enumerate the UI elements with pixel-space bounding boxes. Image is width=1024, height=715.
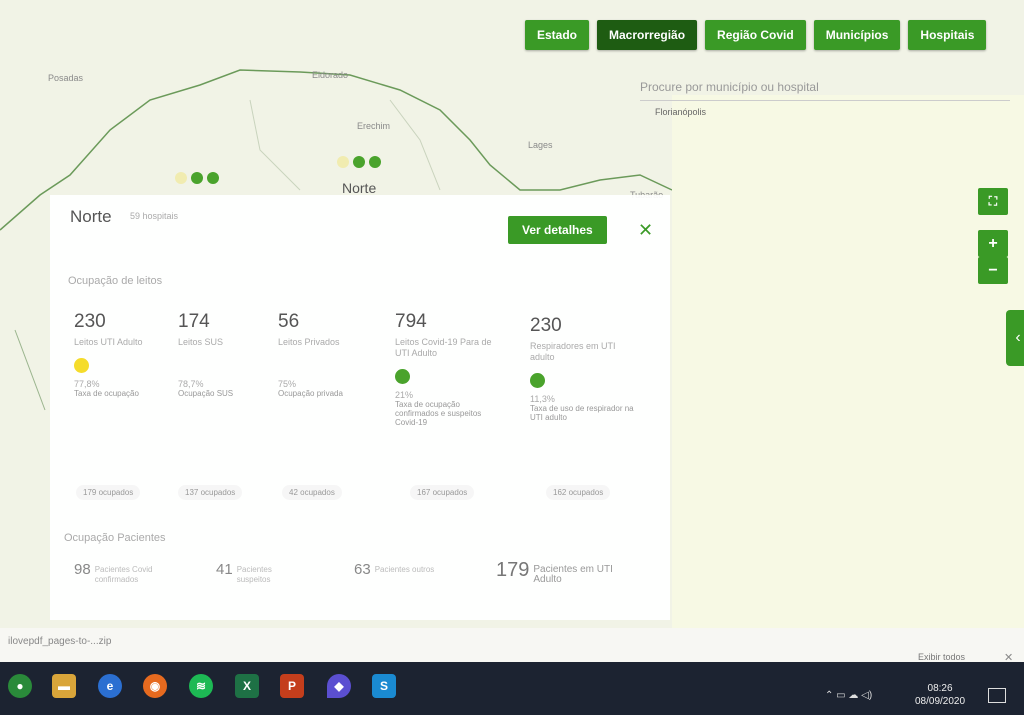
occupancy-heading: Ocupação de leitos (68, 275, 163, 287)
patients-value: 179 (496, 559, 530, 581)
stat-covid: 794 Leitos Covid-19 Para de UTI Adulto 2… (395, 311, 505, 427)
stat-percent-label: Ocupação privada (278, 389, 343, 398)
patients-value: 63 (354, 561, 371, 578)
stat-label: Leitos UTI Adulto (74, 337, 143, 347)
panel-title: Norte (70, 207, 112, 226)
macrorregiao-button[interactable]: Macrorregião (597, 20, 698, 50)
zoom-out-button[interactable]: − (978, 257, 1008, 284)
status-dot (530, 373, 545, 388)
spotify-icon[interactable]: ≋ (189, 674, 213, 698)
patients-label: Pacientes em UTI Adulto (533, 564, 613, 585)
status-dot (278, 358, 293, 373)
stat-percent-label: Taxa de ocupação confirmados e suspeitos… (395, 400, 482, 427)
stat-uti-adulto: 230 Leitos UTI Adulto 77,8% Taxa de ocup… (74, 311, 184, 398)
stat-percent: 11,3% (530, 394, 555, 404)
patients-suspected: 41 Pacientes suspeitos (216, 561, 287, 585)
map-label-florianopolis: Florianópolis (655, 107, 707, 117)
status-dot-green (191, 172, 203, 184)
map-coast-area (672, 95, 1024, 655)
stat-label: Respiradores em UTI adulto (530, 341, 616, 362)
map-label-erechim: Erechim (357, 121, 391, 131)
map-label-norte: Norte (342, 180, 377, 196)
stat-value: 174 (178, 311, 210, 332)
status-dot-yellow (175, 172, 187, 184)
status-dot-green (353, 156, 365, 168)
stat-value: 230 (530, 315, 562, 336)
taskbar: ● ▬ e ◉ ≋ X P ◆ S ⌃ ▭ ☁ ◁) 08:26 08/09/2… (0, 662, 1024, 715)
status-dot (74, 358, 89, 373)
status-dot (395, 369, 410, 384)
patients-value: 98 (74, 561, 91, 578)
zoom-in-button[interactable]: + (978, 230, 1008, 257)
patients-other: 63 Pacientes outros (354, 561, 435, 578)
stat-respiradores: 230 Respiradores em UTI adulto 11,3% Tax… (530, 315, 640, 422)
stat-percent-label: Taxa de uso de respirador na UTI adulto (530, 404, 634, 422)
stat-value: 794 (395, 311, 427, 332)
map-label-eldorado: Eldorado (312, 70, 349, 80)
stat-percent-label: Taxa de ocupação (74, 389, 139, 398)
region-status-dots[interactable] (175, 172, 219, 184)
skype-icon[interactable]: S (372, 674, 396, 698)
region-details-panel: Norte 59 hospitais Ver detalhes ✕ Ocupaç… (50, 195, 670, 620)
hospitais-button[interactable]: Hospitais (908, 20, 987, 50)
edge-icon[interactable]: e (98, 674, 122, 698)
stat-label: Leitos SUS (178, 337, 224, 347)
patients-uti: 179 Pacientes em UTI Adulto (496, 559, 613, 585)
file-explorer-icon[interactable]: ▬ (52, 674, 76, 698)
fullscreen-icon[interactable]: ⛶ (978, 188, 1008, 215)
chrome-icon[interactable]: ● (8, 674, 32, 698)
patients-label: Pacientes suspeitos (236, 565, 272, 584)
map-label-lages: Lages (528, 140, 553, 150)
stat-percent: 78,7% (178, 379, 204, 389)
occupied-badge: 137 ocupados (178, 485, 243, 500)
level-selector: Estado Macrorregião Região Covid Municíp… (525, 20, 987, 50)
search-input[interactable]: Procure por município ou hospital (640, 78, 1010, 101)
stat-value: 56 (278, 311, 300, 332)
status-dot-green (369, 156, 381, 168)
clock-date: 08/09/2020 (915, 696, 966, 707)
stat-percent: 75% (278, 379, 297, 389)
excel-icon[interactable]: X (235, 674, 259, 698)
patients-label: Pacientes outros (374, 565, 435, 574)
stat-percent: 77,8% (74, 379, 100, 389)
clock[interactable]: 08:26 08/09/2020 (915, 682, 965, 708)
close-icon[interactable]: ✕ (638, 220, 653, 241)
ver-detalhes-button[interactable]: Ver detalhes (508, 216, 607, 244)
stat-value: 230 (74, 311, 106, 332)
patients-heading: Ocupação Pacientes (64, 532, 166, 544)
municipios-button[interactable]: Municípios (813, 20, 901, 50)
status-dot (178, 358, 193, 373)
stat-percent-label: Ocupação SUS (178, 389, 234, 398)
map-label-posadas: Posadas (48, 73, 84, 83)
panel-toggle-icon[interactable]: ‹ (1006, 310, 1024, 366)
downloads-bar: ilovepdf_pages-to-...zip (0, 628, 1024, 662)
occupied-badge: 179 ocupados (76, 485, 141, 500)
firefox-icon[interactable]: ◉ (143, 674, 167, 698)
patients-confirmed: 98 Pacientes Covid confirmados (74, 561, 155, 585)
stat-label: Leitos Privados (278, 337, 340, 347)
occupied-badge: 162 ocupados (546, 485, 611, 500)
occupied-badge: 167 ocupados (410, 485, 475, 500)
powerpoint-icon[interactable]: P (280, 674, 304, 698)
stat-label: Leitos Covid-19 Para de UTI Adulto (395, 337, 492, 358)
region-status-dots-norte[interactable] (337, 156, 381, 168)
app-icon[interactable]: ◆ (327, 674, 351, 698)
download-item[interactable]: ilovepdf_pages-to-...zip (8, 636, 111, 647)
regiao-covid-button[interactable]: Região Covid (705, 20, 806, 50)
occupied-badge: 42 ocupados (282, 485, 342, 500)
notification-icon[interactable] (988, 688, 1006, 703)
estado-button[interactable]: Estado (525, 20, 590, 50)
patients-label: Pacientes Covid confirmados (94, 565, 153, 584)
stat-privados: 56 Leitos Privados 75% Ocupação privada (278, 311, 388, 398)
clock-time: 08:26 (927, 683, 953, 694)
status-dot-green (207, 172, 219, 184)
stat-percent: 21% (395, 390, 414, 400)
patients-value: 41 (216, 561, 233, 578)
system-tray-icons[interactable]: ⌃ ▭ ☁ ◁) (825, 690, 872, 701)
show-all-downloads-link[interactable]: Exibir todos (918, 652, 965, 662)
stat-sus: 174 Leitos SUS 78,7% Ocupação SUS (178, 311, 288, 398)
status-dot-yellow (337, 156, 349, 168)
hospital-count: 59 hospitais (130, 211, 179, 221)
